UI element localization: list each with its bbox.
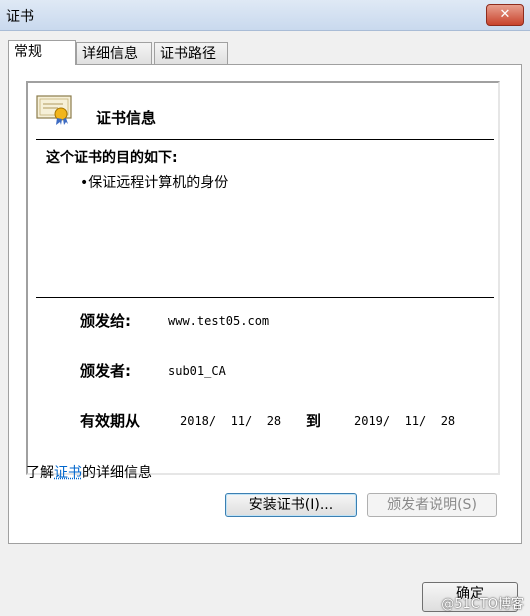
- watermark: @51CTO博客: [441, 597, 524, 612]
- tab-cert-path-label: 证书路径: [160, 46, 216, 62]
- tab-details[interactable]: 详细信息: [76, 42, 152, 64]
- certificate-icon: [36, 95, 72, 125]
- tab-general[interactable]: 常规: [8, 40, 76, 65]
- install-certificate-label: 安装证书(I)...: [248, 497, 334, 513]
- tab-general-label: 常规: [14, 44, 42, 60]
- tab-details-label: 详细信息: [82, 46, 138, 62]
- purpose-item: •保证远程计算机的身份: [80, 175, 229, 191]
- close-button[interactable]: ✕: [486, 4, 524, 26]
- window-title: 证书: [6, 9, 34, 25]
- issued-to-label: 颁发给:: [80, 312, 131, 330]
- tab-cert-path[interactable]: 证书路径: [154, 42, 228, 64]
- issued-to-value: www.test05.com: [168, 314, 270, 328]
- divider-top: [36, 139, 494, 140]
- valid-from-value: 2018/ 11/ 28: [180, 414, 282, 428]
- issued-by-label: 颁发者:: [80, 362, 131, 380]
- issued-by-value: sub01_CA: [168, 364, 226, 378]
- certificate-info-box: 证书信息 这个证书的目的如下: •保证远程计算机的身份 颁发给: www.tes…: [26, 81, 500, 475]
- valid-from-label: 有效期从: [80, 412, 141, 430]
- certificate-link[interactable]: 证书: [54, 465, 82, 481]
- issuer-statement-button[interactable]: 颁发者说明(S): [367, 493, 497, 517]
- certificate-info-heading: 证书信息: [96, 109, 157, 127]
- purpose-title: 这个证书的目的如下:: [46, 150, 178, 166]
- title-bar: 证书 ✕: [0, 0, 530, 31]
- close-icon: ✕: [499, 7, 511, 22]
- divider-middle: [36, 297, 494, 298]
- valid-to-label: 到: [306, 412, 322, 430]
- issuer-statement-label: 颁发者说明(S): [387, 497, 477, 513]
- valid-to-value: 2019/ 11/ 28: [354, 414, 456, 428]
- install-certificate-button[interactable]: 安装证书(I)...: [225, 493, 357, 517]
- learn-more-suffix: 的详细信息: [82, 465, 152, 481]
- learn-more-line: 了解证书的详细信息: [26, 462, 152, 482]
- learn-more-prefix: 了解: [26, 465, 54, 481]
